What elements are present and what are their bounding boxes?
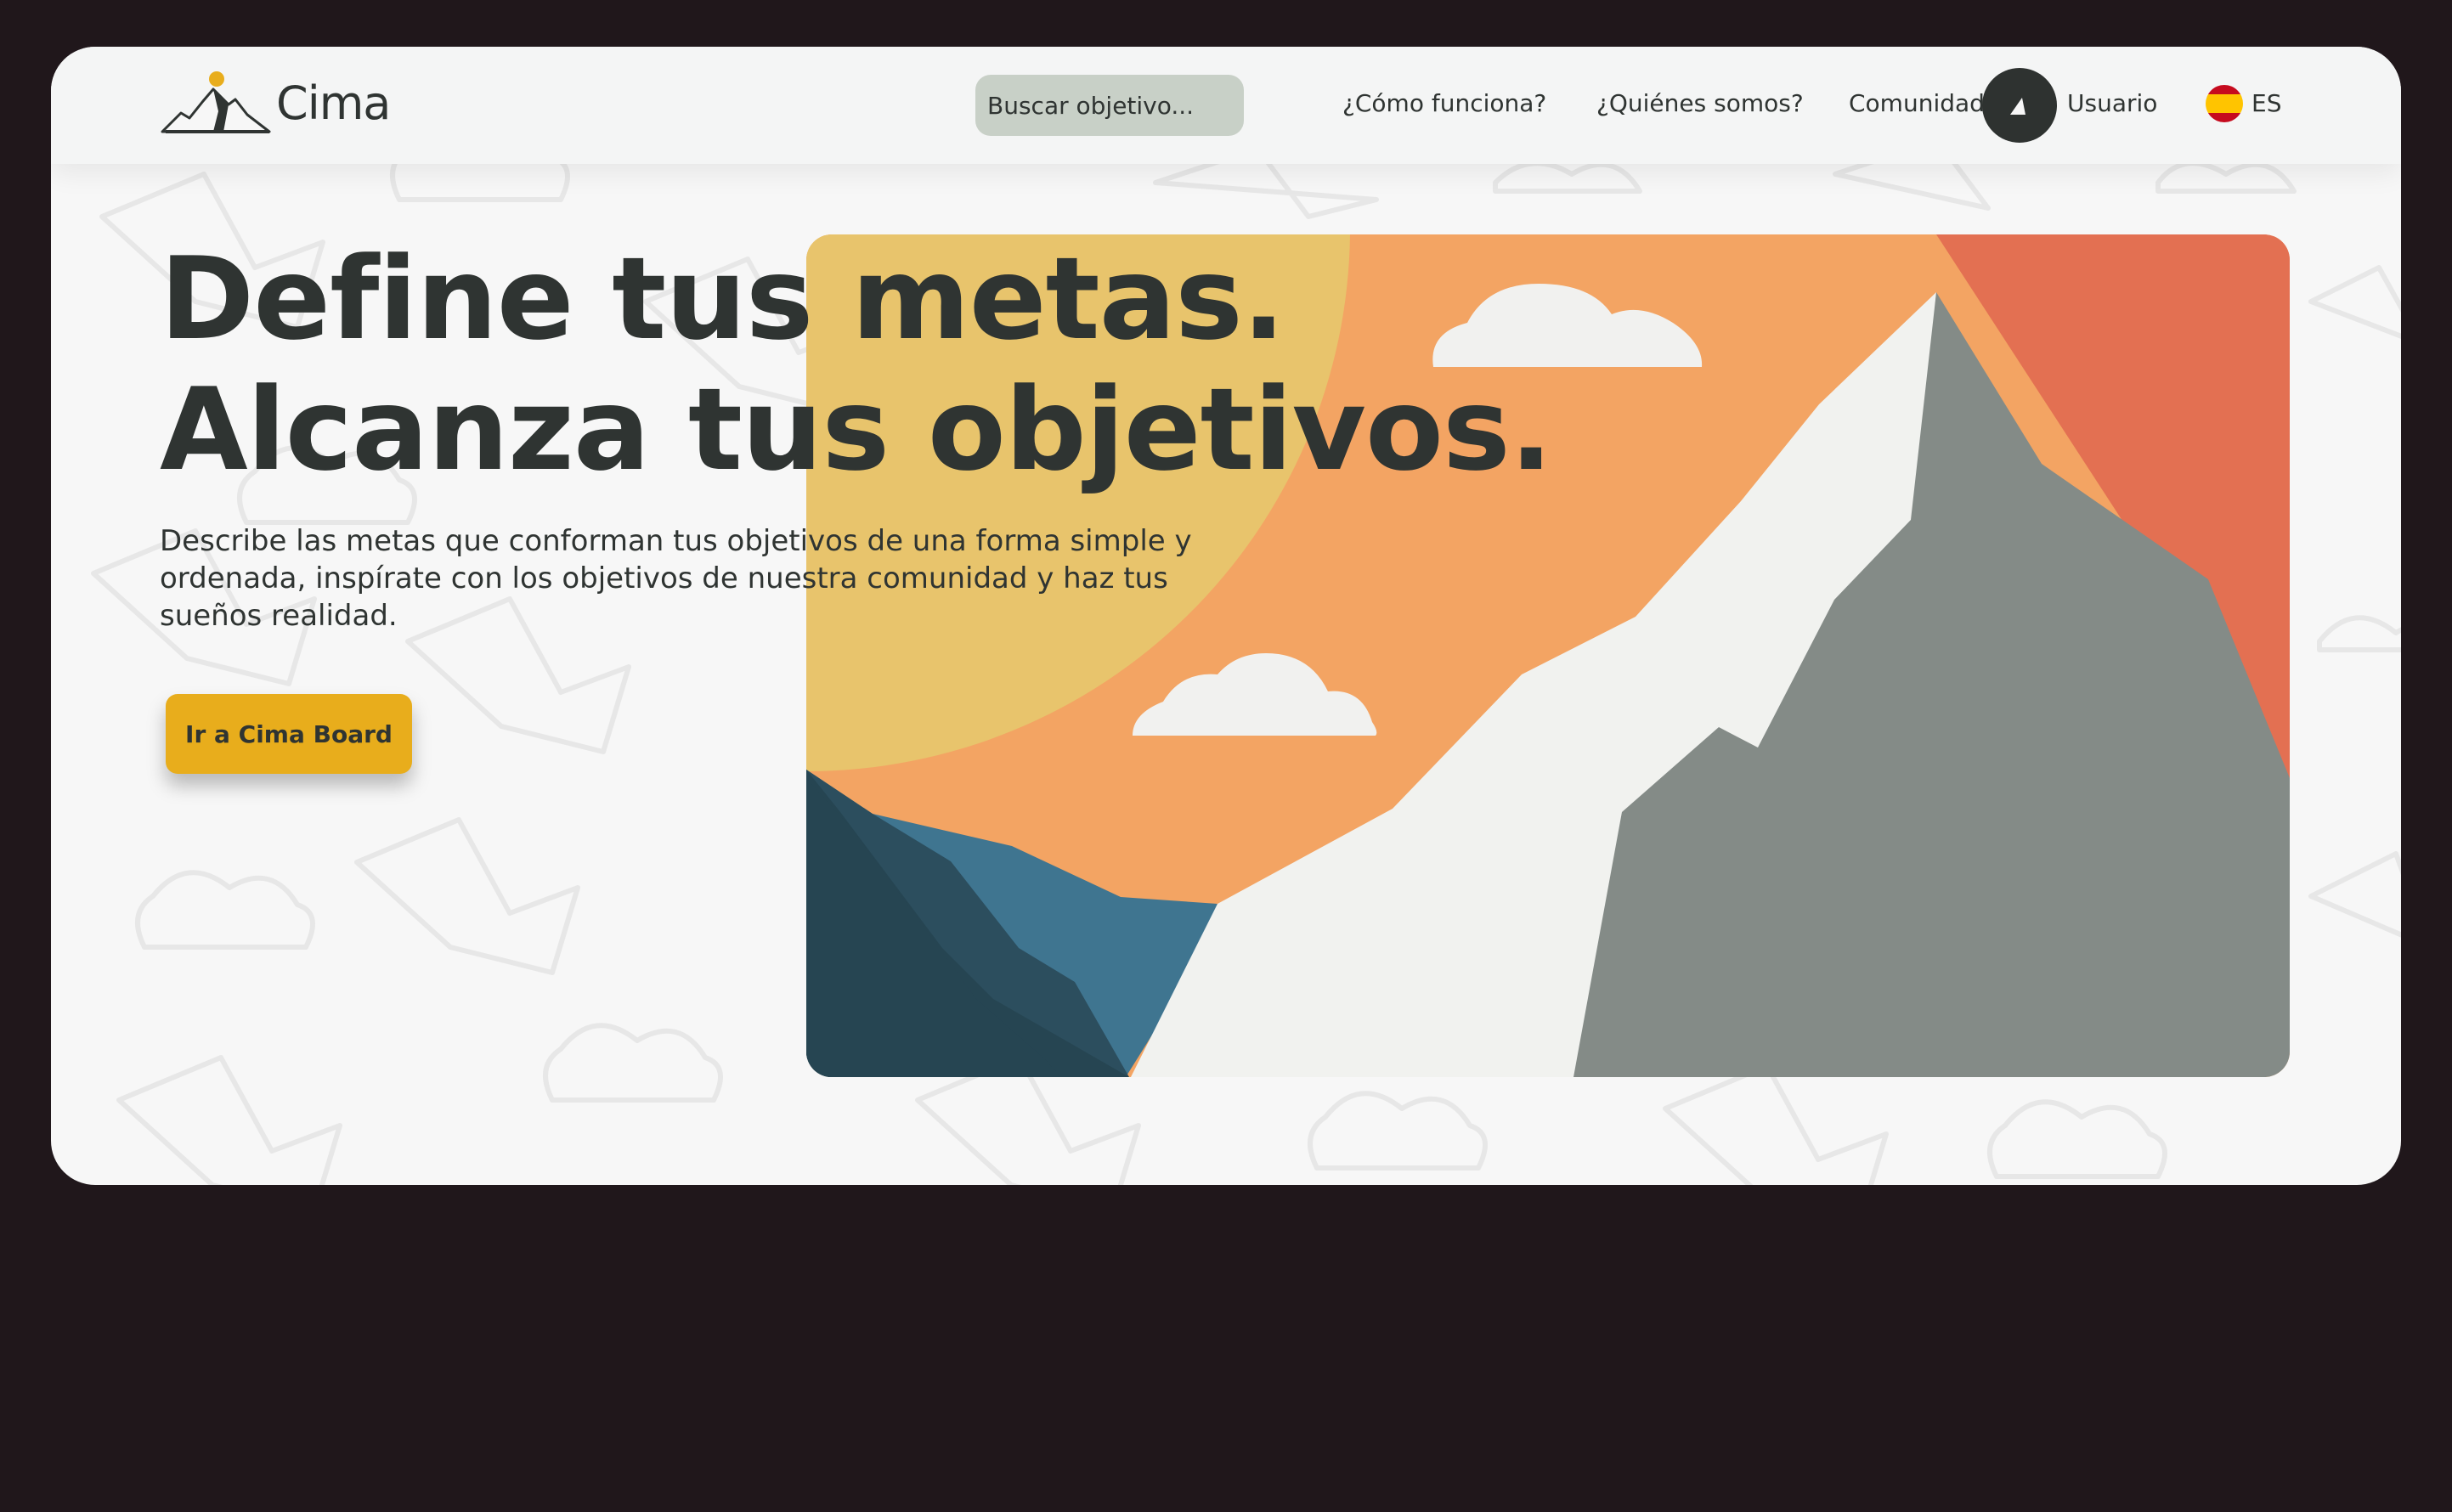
hero-headline: Define tus metas. Alcanza tus objetivos. bbox=[160, 233, 1553, 496]
user-mountain-icon bbox=[2010, 98, 2025, 115]
search-input[interactable]: Buscar objetivo... bbox=[975, 75, 1244, 136]
user-avatar[interactable] bbox=[1982, 68, 2057, 143]
cima-board-button[interactable]: Ir a Cima Board bbox=[166, 694, 412, 774]
nav-link-como-funciona[interactable]: ¿Cómo funciona? bbox=[1342, 89, 1546, 117]
top-navbar: Cima Buscar objetivo... ¿Cómo funciona? … bbox=[51, 47, 2401, 164]
user-menu-label[interactable]: Usuario bbox=[2067, 89, 2157, 117]
app-window: Cima Buscar objetivo... ¿Cómo funciona? … bbox=[51, 47, 2401, 1185]
mountain-sun-icon bbox=[161, 71, 271, 133]
spain-flag-icon[interactable] bbox=[2206, 85, 2243, 122]
hero-headline-line1: Define tus metas. bbox=[160, 233, 1285, 365]
hero-description: Describe las metas que conforman tus obj… bbox=[160, 524, 1192, 633]
search-placeholder: Buscar objetivo... bbox=[987, 91, 1195, 120]
brand-name: Cima bbox=[276, 76, 391, 130]
nav-link-quienes-somos[interactable]: ¿Quiénes somos? bbox=[1596, 89, 1804, 117]
language-selector[interactable]: ES bbox=[2251, 89, 2281, 117]
nav-link-comunidad[interactable]: Comunidad bbox=[1849, 89, 1985, 117]
hero-headline-line2: Alcanza tus objetivos. bbox=[160, 364, 1553, 496]
brand-logo[interactable]: Cima bbox=[159, 71, 391, 135]
